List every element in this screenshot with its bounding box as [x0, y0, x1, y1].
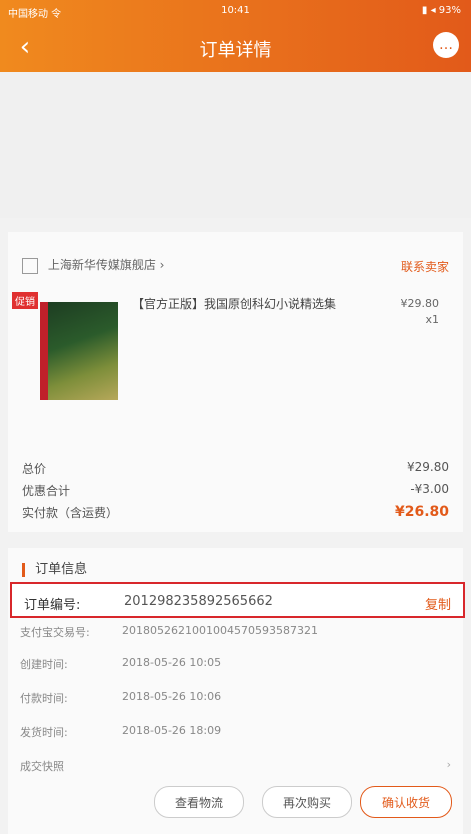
info-row: 支付宝交易号: 2018052621001004570593587321	[20, 624, 451, 642]
store-row[interactable]: 上海新华传媒旗舰店 › 联系卖家	[22, 256, 449, 276]
contact-seller-link[interactable]: 联系卖家	[401, 258, 449, 275]
section-title: 订单信息	[22, 558, 87, 577]
nav-bar: ‹ 订单详情 …	[0, 22, 471, 72]
summary-value: ¥29.80	[407, 460, 449, 474]
summary-label: 优惠合计	[22, 484, 71, 498]
goods-name: 【官方正版】我国原创科幻小说精选集	[132, 297, 337, 311]
status-bar: 中国移动 令 10:41 ▮ ◂ 93%	[0, 0, 471, 22]
copy-button[interactable]: 复制	[425, 594, 451, 613]
action-bar: 查看物流 再次购买 确认收货	[0, 786, 471, 826]
rebuy-button[interactable]: 再次购买	[262, 786, 352, 818]
summary-row: 实付款（含运费） ¥26.80	[22, 504, 449, 524]
goods-price: ¥29.80 x1	[401, 296, 440, 328]
order-number-value: 201298235892565662	[124, 594, 273, 609]
info-value: 2018-05-26 10:05	[122, 656, 222, 669]
summary-row: 总价 ¥29.80	[22, 460, 449, 480]
order-card: 上海新华传媒旗舰店 › 联系卖家 促销 【官方正版】我国原创科幻小说精选集 ¥2…	[8, 232, 463, 532]
summary-label: 实付款（含运费）	[22, 506, 119, 520]
logistics-button[interactable]: 查看物流	[154, 786, 244, 818]
info-key: 付款时间:	[20, 692, 68, 705]
promo-tag: 促销	[12, 292, 38, 309]
order-number-row: 订单编号: 201298235892565662 复制	[10, 582, 465, 618]
info-row: 创建时间: 2018-05-26 10:05	[20, 656, 451, 674]
confirm-receipt-button[interactable]: 确认收货	[360, 786, 452, 818]
store-name: 上海新华传媒旗舰店 ›	[47, 258, 165, 272]
order-number-label: 订单编号:	[24, 598, 81, 613]
info-value: 2018-05-26 10:06	[122, 690, 222, 703]
info-key: 发货时间:	[20, 726, 68, 739]
goods-qty: x1	[425, 313, 439, 326]
battery-text: ▮ ◂ 93%	[421, 5, 461, 16]
info-row: 发货时间: 2018-05-26 18:09	[20, 724, 451, 742]
message-icon[interactable]: …	[433, 32, 459, 58]
info-value: 2018-05-26 18:09	[122, 724, 222, 737]
order-status-banner	[0, 72, 471, 218]
snapshot-row[interactable]: 成交快照 ›	[20, 758, 451, 776]
info-key: 创建时间:	[20, 658, 68, 671]
info-value: 2018052621001004570593587321	[122, 624, 318, 637]
info-key: 支付宝交易号:	[20, 626, 90, 639]
goods-item[interactable]: 促销 【官方正版】我国原创科幻小说精选集 ¥29.80 x1	[12, 292, 451, 402]
store-icon	[22, 257, 38, 274]
section-bar	[22, 562, 25, 577]
chevron-right-icon: ›	[446, 758, 451, 771]
clock-text: 10:41	[221, 5, 250, 16]
info-key: 成交快照	[20, 760, 64, 773]
summary-row: 优惠合计 -¥3.00	[22, 482, 449, 502]
summary-value: -¥3.00	[410, 482, 449, 496]
summary-label: 总价	[22, 462, 47, 476]
page-title: 订单详情	[199, 40, 272, 61]
section-title-text: 订单信息	[35, 562, 88, 577]
book-cover-image	[40, 302, 118, 400]
paid-amount: ¥26.80	[394, 504, 449, 520]
goods-price-value: ¥29.80	[400, 297, 440, 310]
info-row: 付款时间: 2018-05-26 10:06	[20, 690, 451, 708]
